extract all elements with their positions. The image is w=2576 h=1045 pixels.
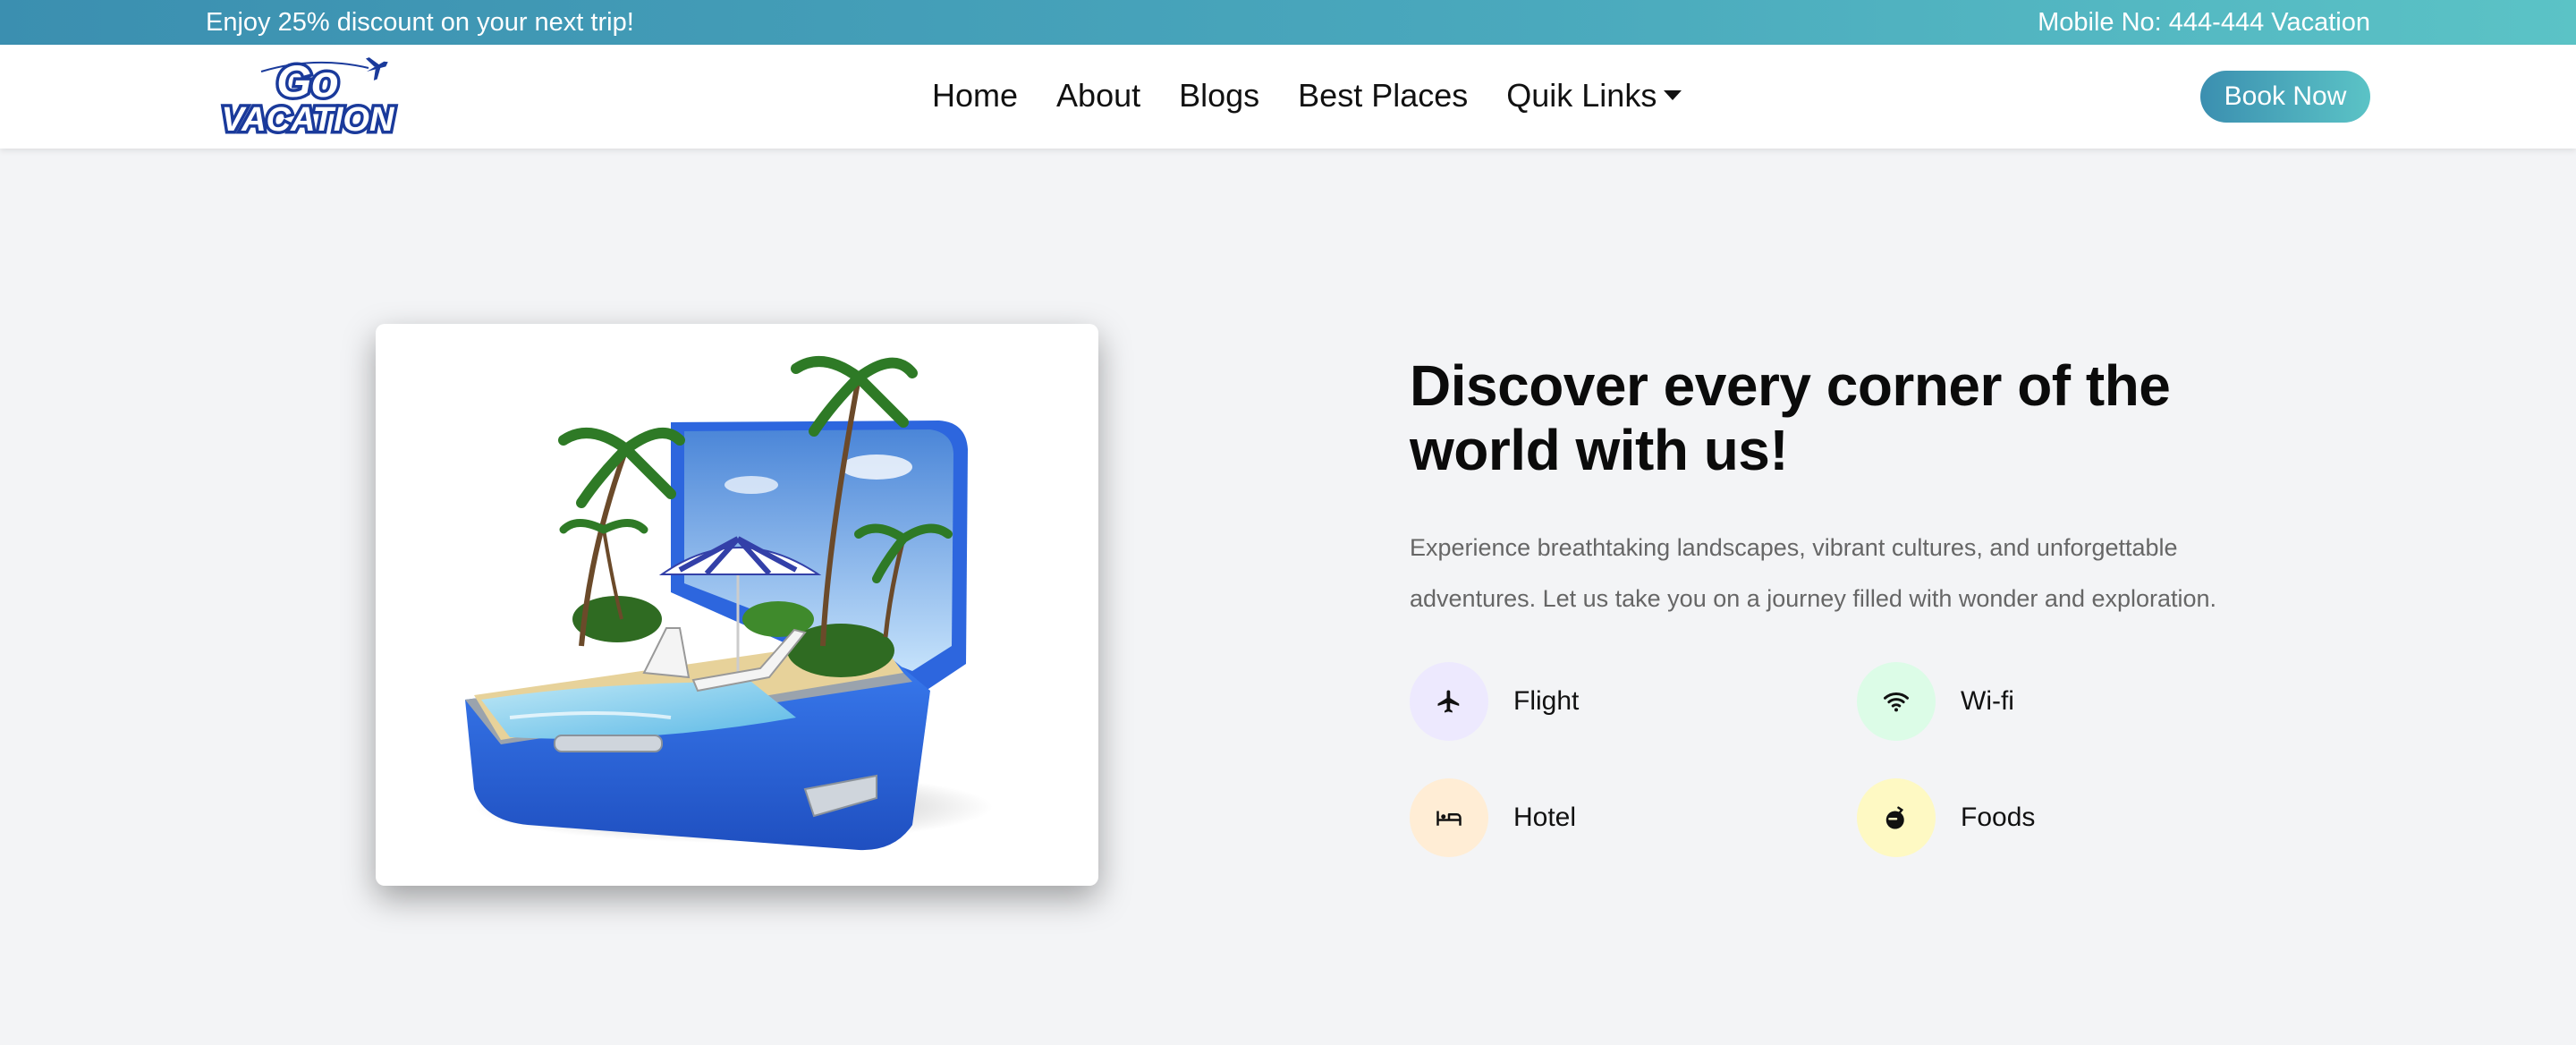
discount-promo-text: Enjoy 25% discount on your next trip! (206, 8, 634, 37)
nav-best-places-link[interactable]: Best Places (1298, 77, 1468, 115)
caret-down-icon (1664, 89, 1682, 100)
announcement-bar: Enjoy 25% discount on your next trip! Mo… (0, 0, 2576, 45)
food-icon (1857, 778, 1936, 857)
book-now-button[interactable]: Book Now (2200, 71, 2370, 123)
feature-hotel-label: Hotel (1513, 803, 1577, 832)
nav-about-link[interactable]: About (1056, 77, 1140, 115)
nav-quik-links-dropdown[interactable]: Quik Links (1506, 77, 1682, 115)
hero-description: Experience breathtaking landscapes, vibr… (1410, 534, 2217, 612)
feature-foods-label: Foods (1961, 803, 2036, 832)
feature-flight: Flight (1410, 662, 1579, 741)
feature-wifi-label: Wi-fi (1961, 686, 2014, 716)
nav-home-link[interactable]: Home (932, 77, 1018, 115)
nav-quik-links-label: Quik Links (1506, 77, 1657, 114)
go-vacation-logo[interactable]: Go VACATION (208, 52, 408, 142)
primary-nav: Home About Blogs Best Places Quik Links (932, 77, 1682, 115)
svg-text:VACATION: VACATION (222, 101, 395, 139)
feature-foods: Foods (1857, 778, 2035, 857)
feature-flight-label: Flight (1513, 686, 1580, 716)
mobile-number-text: Mobile No: 444-444 Vacation (2038, 8, 2370, 37)
bed-icon (1410, 778, 1488, 857)
feature-wifi: Wi-fi (1857, 662, 2014, 741)
feature-hotel: Hotel (1410, 778, 1576, 857)
main-navbar: Go VACATION Home About Blogs Best Places… (0, 45, 2576, 149)
airplane-icon (1410, 662, 1488, 741)
hero-heading: Discover every corner of the world with … (1410, 353, 2171, 482)
hero-suitcase-image (376, 324, 1098, 886)
svg-text:Go: Go (276, 56, 338, 106)
wifi-icon (1857, 662, 1936, 741)
nav-blogs-link[interactable]: Blogs (1179, 77, 1259, 115)
